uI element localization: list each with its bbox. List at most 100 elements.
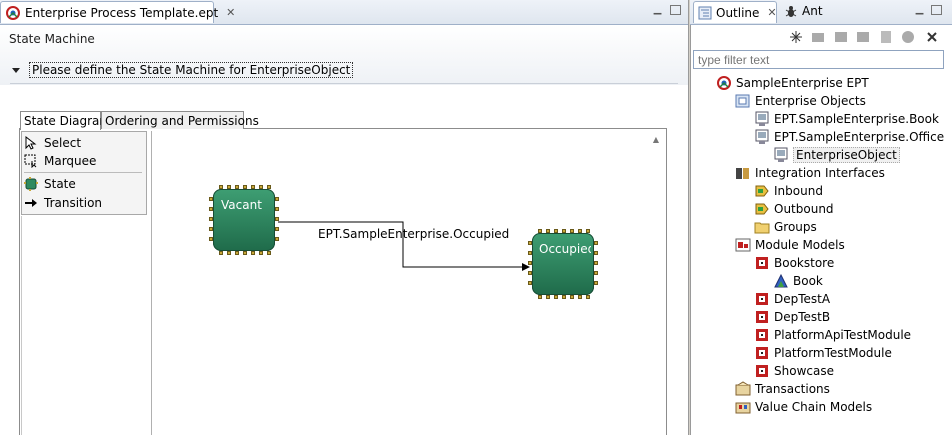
tree-item-showcase-label: Showcase	[774, 364, 834, 378]
tree-item-platformtest-label: PlatformTestModule	[774, 346, 892, 360]
state-node-occupied-label: Occupied	[539, 242, 591, 256]
palette-divider	[24, 172, 142, 173]
tree-item-book-label: Book	[793, 274, 823, 288]
palette-select[interactable]: Select	[24, 134, 144, 152]
marquee-icon	[24, 154, 38, 169]
maximize-icon[interactable]	[931, 5, 942, 15]
tree-item-transactions-label: Transactions	[755, 382, 830, 396]
tree-item-groups[interactable]: Groups	[754, 218, 817, 236]
tree-item-deptesta[interactable]: DepTestA	[754, 290, 830, 308]
tree-item-eo-office[interactable]: EPT.SampleEnterprise.Office	[754, 128, 944, 146]
tree-item-integration-interfaces[interactable]: Integration Interfaces	[735, 164, 885, 182]
tree-item-transactions[interactable]: Transactions	[735, 380, 830, 398]
tree-item-deptesta-label: DepTestA	[774, 292, 831, 306]
module-icon	[754, 363, 770, 379]
tree-item-enterprise-object[interactable]: EnterpriseObject	[773, 146, 900, 164]
tab-outline-label: Outline	[716, 5, 760, 20]
tree-item-root[interactable]: SampleEnterprise EPT	[716, 74, 869, 92]
state-node-occupied[interactable]: Occupied	[528, 229, 598, 299]
minimize-icon[interactable]: ▁	[652, 4, 663, 15]
tree-item-enterprise-objects[interactable]: Enterprise Objects	[735, 92, 866, 110]
tree-item-module-models-label: Module Models	[755, 238, 845, 252]
module-icon	[754, 327, 770, 343]
tab-ant-label: Ant	[802, 4, 823, 18]
close-all-icon[interactable]	[925, 30, 939, 44]
filter-icon[interactable]	[834, 30, 848, 44]
tree-item-book[interactable]: Book	[773, 272, 823, 290]
tree-item-bookstore-label: Bookstore	[774, 256, 835, 270]
ept-file-icon	[5, 5, 21, 21]
tree-item-outbound[interactable]: Outbound	[754, 200, 834, 218]
tree-item-eo-book[interactable]: EPT.SampleEnterprise.Book	[754, 110, 939, 128]
collapse-icon[interactable]	[811, 30, 825, 44]
module-icon	[754, 291, 770, 307]
palette-border	[21, 216, 22, 435]
editor-tab-label: Enterprise Process Template.ept	[25, 5, 219, 20]
maximize-icon[interactable]	[670, 5, 681, 15]
filter-input[interactable]	[693, 50, 944, 69]
tree-item-value-chain[interactable]: Value Chain Models	[735, 398, 872, 416]
palette-marquee[interactable]: Marquee	[24, 152, 144, 170]
module-folder-icon	[735, 237, 751, 253]
module-icon	[754, 345, 770, 361]
transition-connector[interactable]	[270, 215, 540, 275]
minimize-icon[interactable]: ▁	[914, 4, 925, 15]
interface-folder-icon	[735, 165, 751, 181]
state-node-icon	[24, 177, 38, 191]
section-label[interactable]: Please define the State Machine for Ente…	[29, 62, 354, 78]
inbound-icon	[754, 183, 770, 199]
state-node-vacant[interactable]: Vacant	[209, 185, 279, 255]
sort-icon[interactable]	[856, 30, 870, 44]
tree-item-enterprise-object-label: EnterpriseObject	[793, 147, 900, 163]
module-icon	[754, 255, 770, 271]
canvas-border	[151, 131, 152, 435]
expand-all-icon[interactable]	[789, 30, 803, 44]
close-icon[interactable]: ✕	[767, 6, 776, 19]
tab-ordering-permissions[interactable]: Ordering and Permissions	[101, 111, 259, 129]
tree-item-platformtest[interactable]: PlatformTestModule	[754, 344, 892, 362]
folder-icon	[754, 219, 770, 235]
tab-ant[interactable]: Ant	[784, 4, 823, 18]
tree-item-enterprise-objects-label: Enterprise Objects	[755, 94, 866, 108]
tree-item-deptestb-label: DepTestB	[774, 310, 831, 324]
tree-item-root-label: SampleEnterprise EPT	[736, 76, 869, 90]
object-icon	[754, 111, 770, 127]
book-model-icon	[773, 273, 789, 289]
tree-item-integration-interfaces-label: Integration Interfaces	[755, 166, 885, 180]
palette-transition[interactable]: Transition	[24, 194, 144, 212]
palette-select-label: Select	[44, 136, 82, 150]
arrow-cursor-icon	[24, 135, 38, 150]
tree-item-platformapi[interactable]: PlatformApiTestModule	[754, 326, 911, 344]
form-title: State Machine	[9, 32, 95, 46]
collapse-triangle-icon[interactable]	[12, 67, 20, 73]
palette-transition-label: Transition	[44, 196, 103, 210]
state-node-vacant-label: Vacant	[221, 198, 262, 212]
link-icon[interactable]	[879, 30, 893, 44]
close-icon[interactable]: ✕	[226, 6, 235, 19]
tab-outline[interactable]: Outline ✕	[693, 1, 777, 23]
tree-item-platformapi-label: PlatformApiTestModule	[774, 328, 912, 342]
tab-state-diagram-label: State Diagram	[24, 114, 112, 128]
module-icon	[754, 309, 770, 325]
sync-icon[interactable]	[901, 30, 915, 44]
tree-item-value-chain-label: Value Chain Models	[755, 400, 873, 414]
tree-item-showcase[interactable]: Showcase	[754, 362, 834, 380]
editor-tab[interactable]: Enterprise Process Template.ept ✕	[0, 1, 235, 23]
value-chain-icon	[735, 399, 751, 415]
tree-item-module-models[interactable]: Module Models	[735, 236, 845, 254]
ant-icon	[784, 4, 798, 18]
outline-icon	[698, 6, 712, 20]
tree-item-bookstore[interactable]: Bookstore	[754, 254, 834, 272]
tree-item-eo-office-label: EPT.SampleEnterprise.Office	[774, 130, 945, 144]
palette-marquee-label: Marquee	[44, 154, 97, 168]
tree-item-deptestb[interactable]: DepTestB	[754, 308, 830, 326]
tab-state-diagram[interactable]: State Diagram	[20, 111, 111, 130]
tree-item-outbound-label: Outbound	[774, 202, 834, 216]
transition-label[interactable]: EPT.SampleEnterprise.Occupied	[318, 227, 509, 241]
tree-item-inbound[interactable]: Inbound	[754, 182, 823, 200]
palette-state[interactable]: State	[24, 175, 144, 193]
scroll-up-icon[interactable]: ▲	[651, 135, 661, 145]
tree-item-groups-label: Groups	[774, 220, 817, 234]
section-header[interactable]: Please define the State Machine for Ente…	[10, 60, 680, 80]
transition-arrow-icon	[24, 196, 38, 210]
